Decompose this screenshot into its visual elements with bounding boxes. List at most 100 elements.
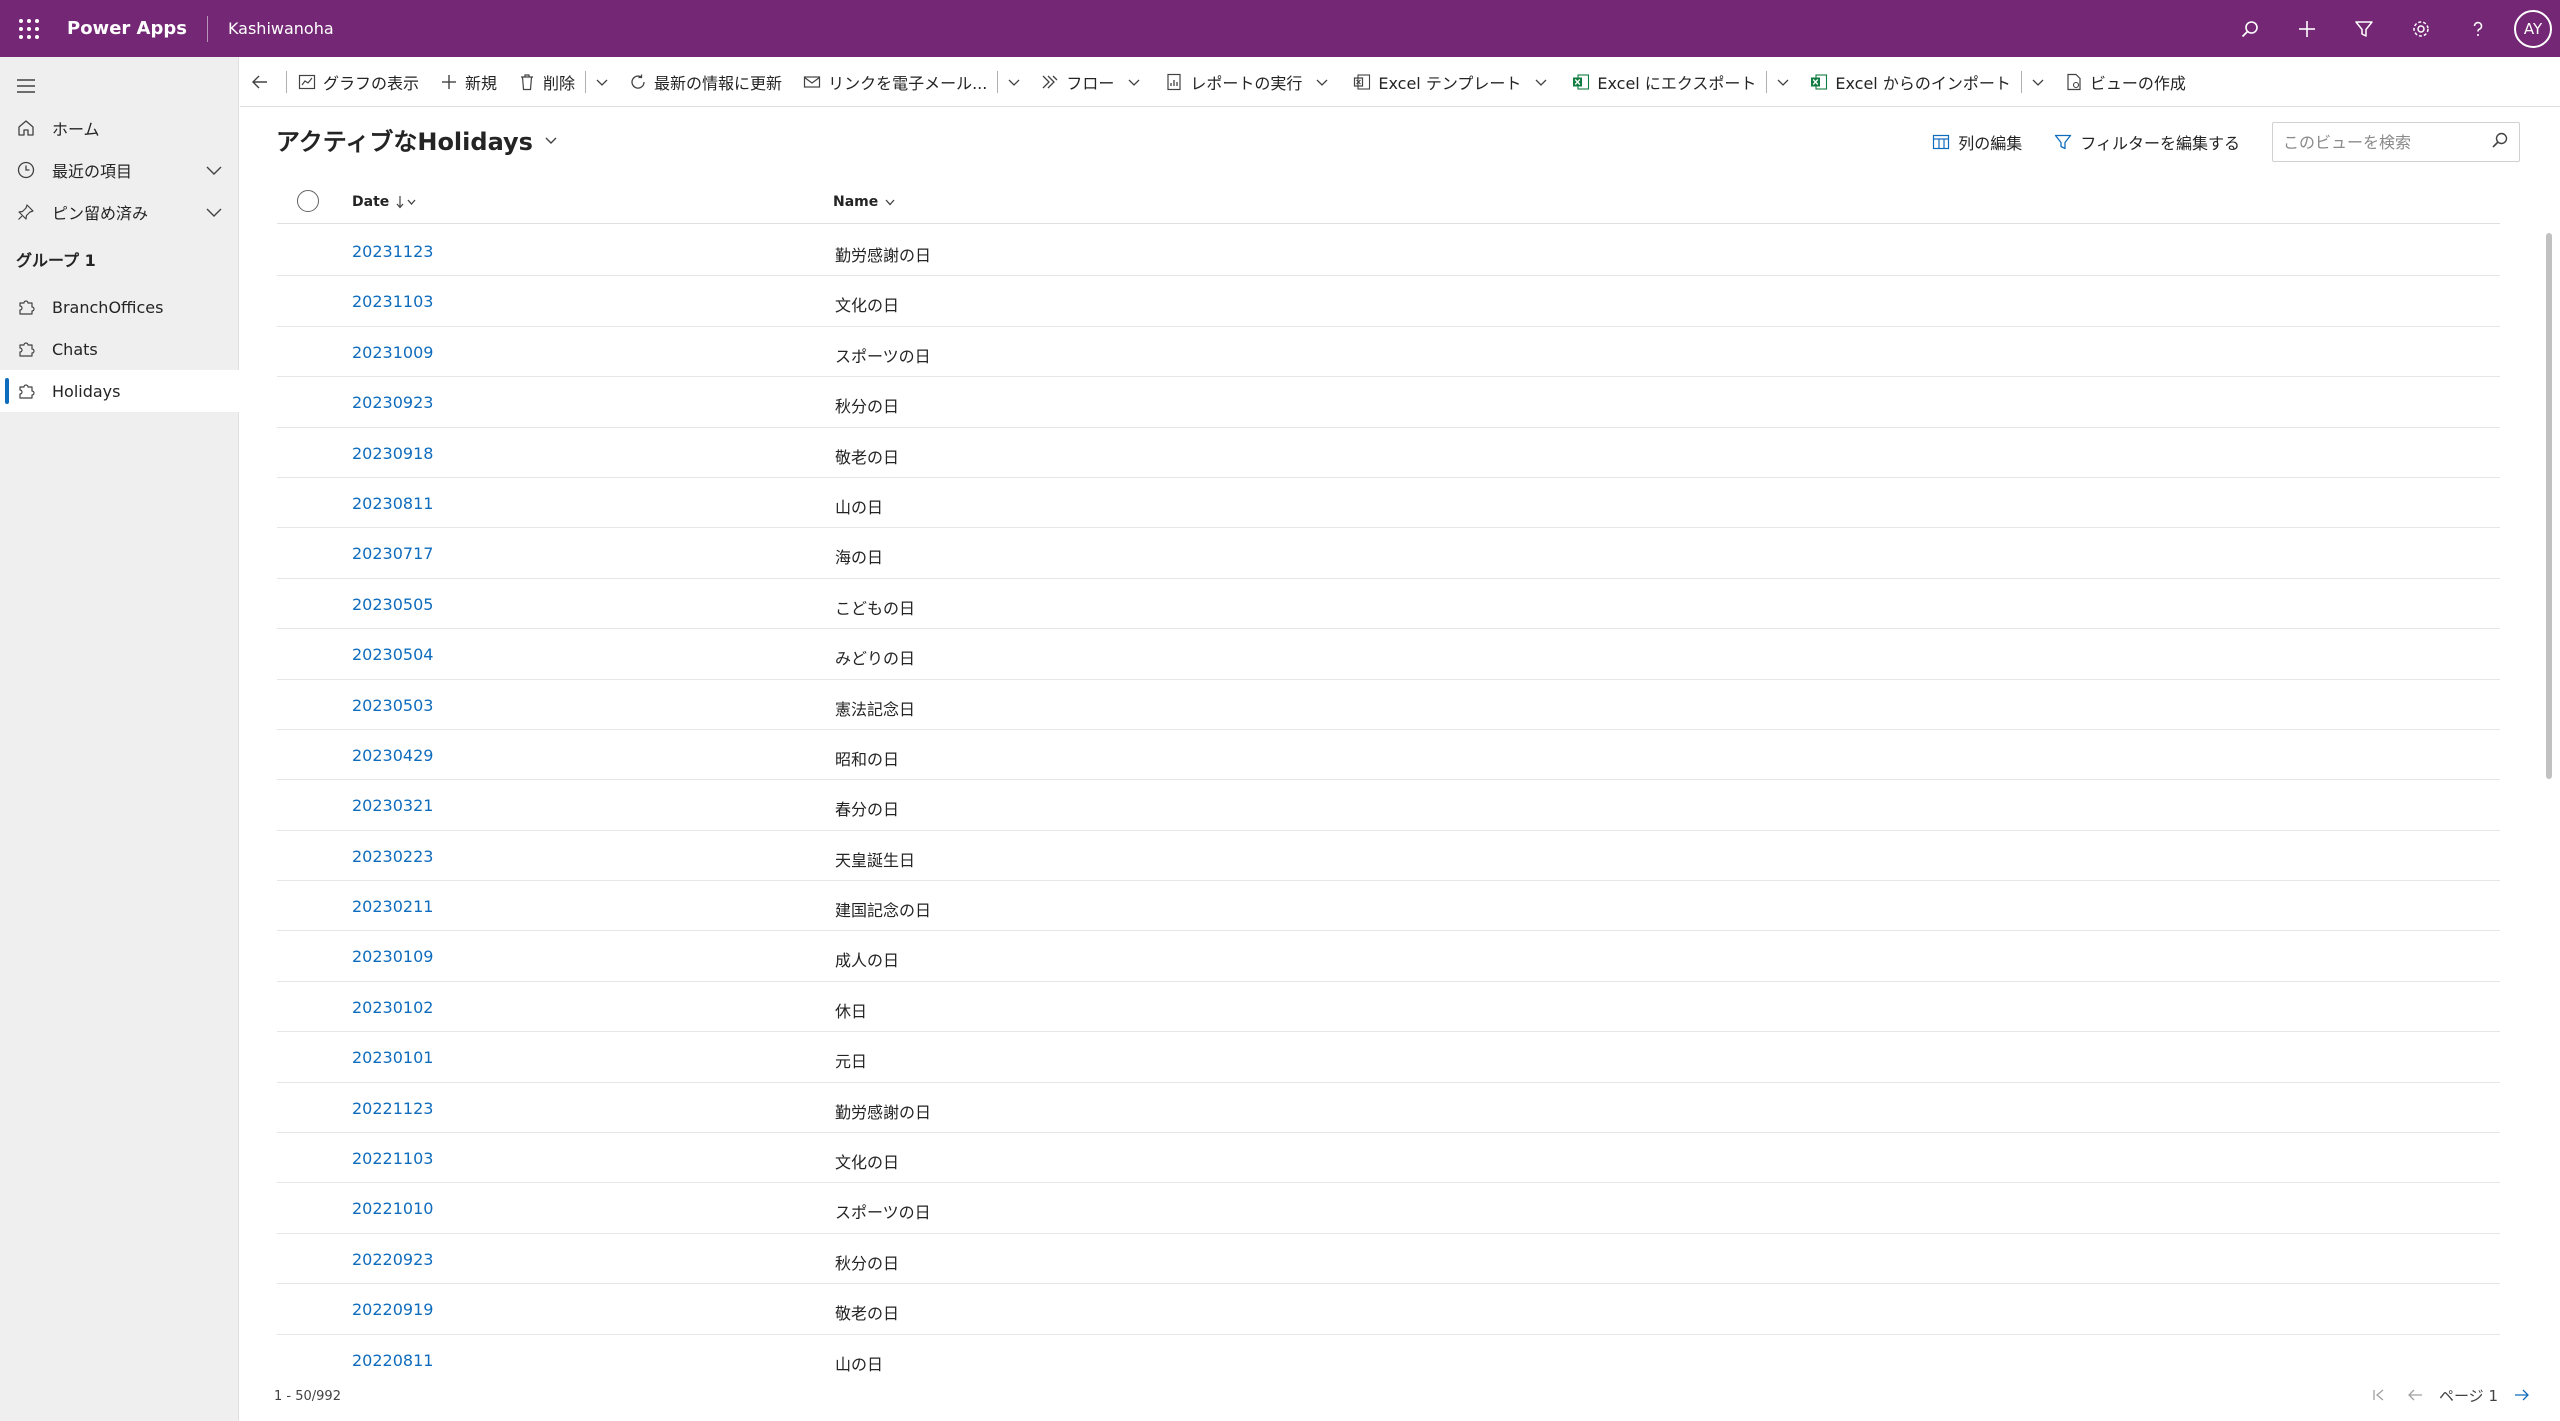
table-row[interactable]: 20220811 山の日: [277, 1335, 2500, 1385]
table-row[interactable]: 20230321 春分の日: [277, 780, 2500, 831]
date-link[interactable]: 20221103: [352, 1149, 433, 1168]
help-icon[interactable]: [2449, 0, 2506, 57]
chevron-down-icon[interactable]: [998, 57, 1030, 107]
table-row[interactable]: 20231103 文化の日: [277, 276, 2500, 327]
edit-filters-button[interactable]: フィルターを編集する: [2054, 130, 2240, 154]
table-row[interactable]: 20230811 山の日: [277, 478, 2500, 529]
environment-name[interactable]: Kashiwanoha: [228, 19, 334, 38]
chevron-down-icon[interactable]: [205, 203, 223, 225]
import-excel-button[interactable]: Excel からのインポート: [1799, 57, 2020, 107]
sidebar-item-pinned[interactable]: ピン留め済み: [0, 191, 239, 233]
back-button[interactable]: [240, 57, 286, 107]
chevron-down-icon[interactable]: [1767, 57, 1799, 107]
date-link[interactable]: 20230102: [352, 998, 433, 1017]
date-link[interactable]: 20220923: [352, 1250, 433, 1269]
table-row[interactable]: 20230102 休日: [277, 982, 2500, 1033]
table-row[interactable]: 20220919 敬老の日: [277, 1284, 2500, 1335]
table-row[interactable]: 20231123 勤労感謝の日: [277, 226, 2500, 277]
table-row[interactable]: 20230505 こどもの日: [277, 579, 2500, 630]
column-header-date[interactable]: Date: [352, 180, 417, 224]
email-link-button[interactable]: リンクを電子メール...: [792, 57, 997, 107]
view-selector[interactable]: アクティブなHolidays: [276, 122, 559, 157]
date-link[interactable]: 20230429: [352, 746, 433, 765]
table-row[interactable]: 20231009 スポーツの日: [277, 327, 2500, 378]
date-link[interactable]: 20220811: [352, 1351, 433, 1370]
previous-page-icon[interactable]: [2397, 1382, 2433, 1408]
date-link[interactable]: 20231009: [352, 343, 433, 362]
search-icon[interactable]: [2221, 0, 2278, 57]
name-cell: 元日: [835, 1052, 868, 1072]
date-link[interactable]: 20230918: [352, 444, 433, 463]
search-input[interactable]: [2283, 132, 2491, 152]
settings-icon[interactable]: [2392, 0, 2449, 57]
table-row[interactable]: 20230109 成人の日: [277, 931, 2500, 982]
app-name[interactable]: Power Apps: [67, 18, 187, 39]
sidebar-item-chats[interactable]: Chats: [0, 328, 239, 370]
table-row[interactable]: 20230101 元日: [277, 1032, 2500, 1083]
edit-columns-button[interactable]: 列の編集: [1932, 130, 2022, 154]
date-link[interactable]: 20230811: [352, 494, 433, 513]
date-link[interactable]: 20230109: [352, 947, 433, 966]
date-link[interactable]: 20231123: [352, 242, 433, 261]
search-icon[interactable]: [2491, 131, 2509, 153]
chevron-down-icon[interactable]: [586, 57, 618, 107]
hamburger-menu-button[interactable]: [0, 65, 239, 107]
date-link[interactable]: 20220919: [352, 1300, 433, 1319]
create-view-button[interactable]: ビューの作成: [2054, 57, 2196, 107]
date-link[interactable]: 20230505: [352, 595, 433, 614]
table-row[interactable]: 20230429 昭和の日: [277, 730, 2500, 781]
table-row[interactable]: 20230923 秋分の日: [277, 377, 2500, 428]
avatar[interactable]: AY: [2514, 9, 2552, 48]
run-report-button[interactable]: レポートの実行: [1154, 57, 1342, 107]
app-launcher-button[interactable]: [0, 0, 57, 57]
sidebar-item-label: Holidays: [52, 381, 121, 401]
sidebar: ホーム 最近の項目 ピン留め済み グループ 1 BranchOffices Ch…: [0, 57, 239, 1421]
show-chart-button[interactable]: グラフの表示: [287, 57, 429, 107]
table-row[interactable]: 20221123 勤労感謝の日: [277, 1083, 2500, 1134]
record-count: 1 - 50/992: [274, 1389, 341, 1404]
sidebar-item-holidays[interactable]: Holidays: [0, 370, 239, 412]
table-row[interactable]: 20230223 天皇誕生日: [277, 831, 2500, 882]
table-row[interactable]: 20220923 秋分の日: [277, 1234, 2500, 1285]
table-row[interactable]: 20230504 みどりの日: [277, 629, 2500, 680]
filter-icon[interactable]: [2335, 0, 2392, 57]
vertical-scrollbar[interactable]: [2546, 233, 2552, 779]
table-row[interactable]: 20221010 スポーツの日: [277, 1183, 2500, 1234]
column-header-label: Date: [352, 194, 390, 210]
table-row[interactable]: 20230717 海の日: [277, 528, 2500, 579]
name-cell: 山の日: [835, 1354, 884, 1374]
date-link[interactable]: 20230321: [352, 796, 433, 815]
chevron-down-icon[interactable]: [2022, 57, 2054, 107]
new-button[interactable]: 新規: [429, 57, 507, 107]
table-row[interactable]: 20221103 文化の日: [277, 1133, 2500, 1184]
name-cell: 勤労感謝の日: [835, 246, 932, 265]
date-link[interactable]: 20231103: [352, 292, 433, 311]
date-link[interactable]: 20230211: [352, 897, 433, 916]
date-link[interactable]: 20230223: [352, 847, 433, 866]
date-link[interactable]: 20221010: [352, 1199, 433, 1218]
table-row[interactable]: 20230503 憲法記念日: [277, 680, 2500, 730]
next-page-icon[interactable]: [2504, 1382, 2540, 1408]
date-link[interactable]: 20230923: [352, 393, 433, 412]
sidebar-item-recent[interactable]: 最近の項目: [0, 149, 239, 191]
date-link[interactable]: 20230717: [352, 544, 433, 563]
flow-button[interactable]: フロー: [1030, 57, 1154, 107]
date-link[interactable]: 20230504: [352, 645, 433, 664]
excel-template-button[interactable]: Excel テンプレート: [1342, 57, 1561, 107]
refresh-button[interactable]: 最新の情報に更新: [618, 57, 792, 107]
plus-icon[interactable]: [2278, 0, 2335, 57]
date-link[interactable]: 20230101: [352, 1048, 433, 1067]
sidebar-item-branchoffices[interactable]: BranchOffices: [0, 286, 239, 328]
table-row[interactable]: 20230918 敬老の日: [277, 428, 2500, 478]
export-excel-button[interactable]: Excel にエクスポート: [1561, 57, 1766, 107]
chevron-down-icon[interactable]: [205, 161, 223, 183]
first-page-icon[interactable]: [2361, 1382, 2397, 1408]
date-link[interactable]: 20230503: [352, 696, 433, 715]
column-header-name[interactable]: Name: [833, 180, 896, 224]
delete-button[interactable]: 削除: [507, 57, 585, 107]
date-link[interactable]: 20221123: [352, 1099, 433, 1118]
sidebar-item-home[interactable]: ホーム: [0, 107, 239, 149]
table-row[interactable]: 20230211 建国記念の日: [277, 881, 2500, 932]
select-all-checkbox[interactable]: [297, 190, 319, 212]
chevron-down-icon: [543, 126, 559, 154]
